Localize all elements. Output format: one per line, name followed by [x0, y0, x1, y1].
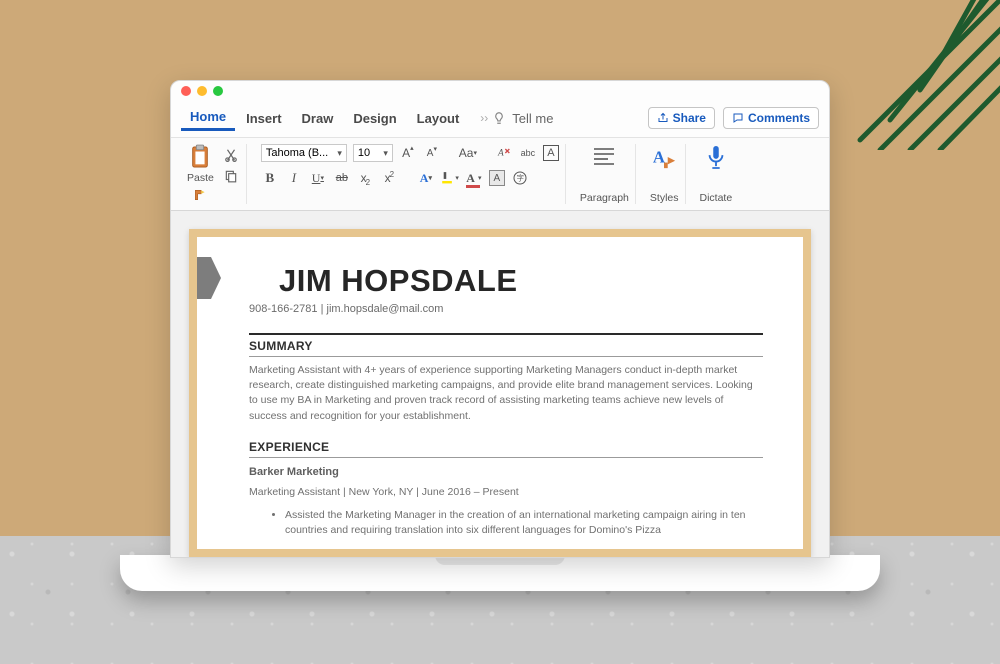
experience-location: New York, NY: [349, 486, 414, 498]
app-window: Home Insert Draw Design Layout ›› Tell m…: [170, 80, 830, 558]
format-painter-icon[interactable]: [191, 186, 209, 204]
strikethrough-button[interactable]: ab: [333, 169, 351, 187]
ribbon-group-clipboard: Paste: [181, 144, 247, 204]
paragraph-button[interactable]: [590, 144, 618, 170]
resume-phone: 908-166-2781: [249, 303, 318, 315]
svg-text:字: 字: [517, 174, 524, 183]
enclose-characters-icon[interactable]: 字: [511, 169, 529, 187]
tell-me-search[interactable]: Tell me: [512, 111, 553, 126]
svg-text:A: A: [653, 148, 665, 167]
comment-icon: [732, 112, 744, 124]
share-button[interactable]: Share: [648, 107, 715, 129]
superscript-button[interactable]: x2: [381, 169, 399, 187]
svg-text:A: A: [497, 149, 504, 159]
summary-paragraph[interactable]: Marketing Assistant with 4+ years of exp…: [249, 363, 763, 424]
tab-layout[interactable]: Layout: [408, 107, 469, 130]
share-icon: [657, 112, 669, 124]
resume-name[interactable]: JIM HOPSDALE: [279, 263, 763, 299]
paragraph-icon: [590, 144, 618, 170]
document-canvas[interactable]: JIM HOPSDALE 908-166-2781 | jim.hopsdale…: [171, 211, 829, 557]
cut-icon[interactable]: [222, 146, 240, 164]
more-tabs-icon[interactable]: ››: [478, 111, 490, 125]
tab-design[interactable]: Design: [344, 107, 405, 130]
clear-formatting-icon[interactable]: A: [495, 144, 513, 162]
divider: [249, 356, 763, 357]
experience-bullets[interactable]: Assisted the Marketing Manager in the cr…: [249, 508, 763, 538]
resume-contact-line[interactable]: 908-166-2781 | jim.hopsdale@mail.com: [249, 303, 763, 315]
experience-dates: June 2016 – Present: [422, 486, 519, 498]
ribbon-tabs: Home Insert Draw Design Layout ›› Tell m…: [171, 101, 829, 131]
subscript-button[interactable]: x2: [357, 169, 375, 187]
tab-insert[interactable]: Insert: [237, 107, 290, 130]
experience-position-line[interactable]: Marketing Assistant | New York, NY | Jun…: [249, 486, 763, 498]
ribbon-group-font: Tahoma (B... 10 A▴ A▾ Aa▾ A abc A B I: [255, 144, 566, 204]
font-name-select[interactable]: Tahoma (B...: [261, 144, 347, 162]
change-case-icon[interactable]: Aa▾: [459, 144, 477, 162]
dictate-button[interactable]: [705, 144, 727, 170]
clipboard-icon: [189, 144, 211, 170]
phonetic-guide-icon[interactable]: abc: [519, 144, 537, 162]
character-shading-icon[interactable]: A: [489, 170, 505, 186]
document-page[interactable]: JIM HOPSDALE 908-166-2781 | jim.hopsdale…: [189, 229, 811, 557]
font-size-select[interactable]: 10: [353, 144, 393, 162]
ribbon-group-paragraph: Paragraph: [574, 144, 636, 204]
styles-button[interactable]: A: [651, 144, 677, 170]
character-border-icon[interactable]: A: [543, 145, 559, 161]
tab-home[interactable]: Home: [181, 105, 235, 131]
list-item[interactable]: Assisted the Marketing Manager in the cr…: [285, 508, 763, 538]
ribbon-group-styles: A Styles: [644, 144, 686, 204]
ribbon-group-dictate: Dictate: [694, 144, 739, 204]
section-experience-heading[interactable]: EXPERIENCE: [249, 436, 763, 457]
mic-icon: [705, 144, 727, 170]
paste-button[interactable]: Paste: [187, 144, 214, 204]
name-marker-icon: [189, 257, 221, 299]
increase-font-icon[interactable]: A▴: [399, 144, 417, 162]
experience-company[interactable]: Barker Marketing: [249, 466, 763, 478]
lightbulb-icon: [492, 111, 506, 125]
ribbon-toolbar: Paste Tahoma (B... 10 A▴: [171, 137, 829, 211]
font-size-value: 10: [358, 147, 370, 159]
maximize-window-button[interactable]: [213, 86, 223, 96]
laptop-base: [120, 555, 880, 591]
underline-button[interactable]: U▾: [309, 169, 327, 187]
decrease-font-icon[interactable]: A▾: [423, 144, 441, 162]
window-titlebar: [171, 81, 829, 101]
italic-button[interactable]: I: [285, 169, 303, 187]
text-effects-icon[interactable]: A▾: [417, 169, 435, 187]
comments-label: Comments: [748, 111, 810, 125]
dictate-label: Dictate: [700, 192, 733, 204]
highlight-color-icon[interactable]: ▾: [441, 169, 459, 187]
comments-button[interactable]: Comments: [723, 107, 819, 129]
copy-icon[interactable]: [222, 167, 240, 185]
divider: [249, 457, 763, 458]
styles-label: Styles: [650, 192, 679, 204]
resume-email: jim.hopsdale@mail.com: [327, 303, 444, 315]
tab-draw[interactable]: Draw: [293, 107, 343, 130]
styles-icon: A: [651, 144, 677, 170]
section-summary-heading[interactable]: SUMMARY: [249, 333, 763, 356]
paste-label: Paste: [187, 172, 214, 184]
share-label: Share: [673, 111, 706, 125]
minimize-window-button[interactable]: [197, 86, 207, 96]
close-window-button[interactable]: [181, 86, 191, 96]
bold-button[interactable]: B: [261, 169, 279, 187]
experience-title: Marketing Assistant: [249, 486, 340, 498]
font-color-icon[interactable]: A ▾: [465, 169, 483, 187]
paragraph-label: Paragraph: [580, 192, 629, 204]
font-name-value: Tahoma (B...: [266, 147, 328, 159]
